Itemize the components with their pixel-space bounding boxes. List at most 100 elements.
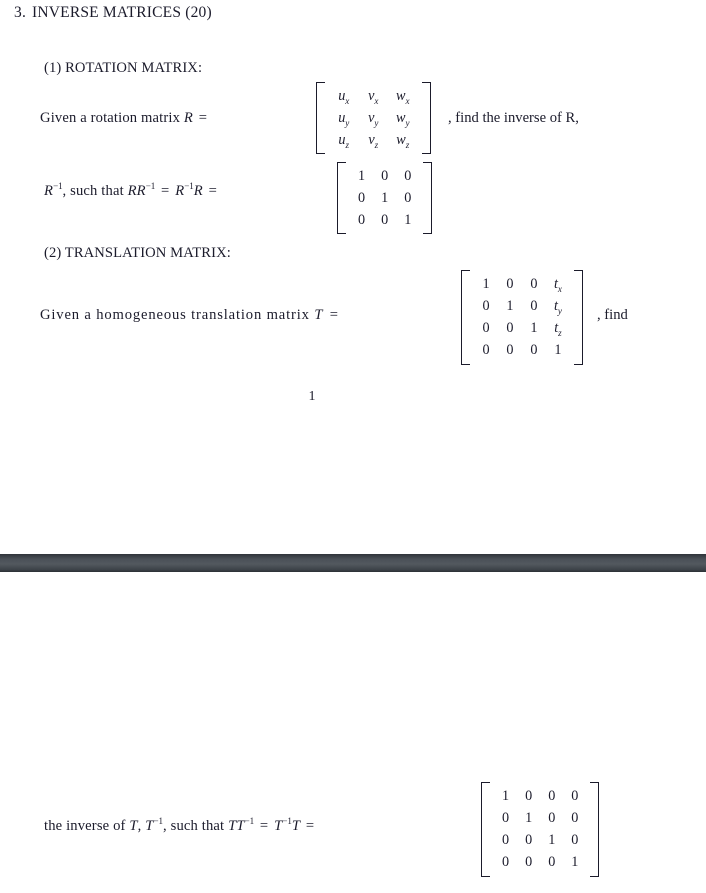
- matrix-cell: tx: [553, 276, 562, 294]
- bracket-left: [316, 82, 325, 155]
- rotation-inverse-symbol: R−1: [44, 181, 63, 199]
- matrix-cell: 0: [525, 832, 533, 849]
- translation-inverse-symbol: T−1: [145, 816, 163, 834]
- matrix-cell: 0: [548, 810, 556, 827]
- matrix-identity-4x4-grid: 1 0 0 0 0 1 0 0 0 0 1 0 0 0 0 1: [490, 782, 590, 877]
- matrix-cell: uy: [338, 110, 350, 128]
- rotation-equals: =: [198, 110, 208, 126]
- page-number: 1: [308, 389, 316, 404]
- matrix-cell: wy: [396, 110, 410, 128]
- translation-identity-line: the inverse of T, T−1, such that TT−1 = …: [44, 816, 316, 835]
- translation-symbol-T-ref: T: [129, 818, 138, 834]
- equals-sign: =: [208, 183, 218, 199]
- bracket-left: [337, 162, 346, 235]
- bracket-left: [481, 782, 490, 877]
- section-heading-translation: (2) TRANSLATION MATRIX:: [44, 245, 231, 261]
- matrix-cell: 0: [548, 854, 556, 871]
- section-heading-rotation: (1) ROTATION MATRIX:: [44, 60, 203, 76]
- translation-prompt-before: Given a homogeneous translation matrix: [40, 307, 310, 323]
- matrix-cell: 0: [530, 298, 538, 315]
- comma: ,: [162, 818, 167, 834]
- matrix-cell: 1: [554, 342, 562, 359]
- matrix-cell: 0: [404, 190, 412, 207]
- matrix-cell: uz: [338, 132, 350, 151]
- matrix-cell: 0: [571, 810, 579, 827]
- matrix-cell: 1: [502, 788, 510, 804]
- translation-equals: =: [329, 307, 339, 323]
- bracket-right: [590, 782, 600, 877]
- page-separator-bar: [0, 554, 706, 572]
- problem-title-text: INVERSE MATRICES (20): [32, 4, 212, 21]
- matrix-cell: 0: [502, 832, 510, 849]
- matrix-cell: 0: [506, 320, 514, 337]
- page-title: 3. INVERSE MATRICES (20): [14, 4, 212, 22]
- translation-continuation-prefix: the inverse of: [44, 818, 126, 834]
- equals-sign: =: [305, 818, 315, 834]
- bracket-right: [421, 82, 431, 155]
- matrix-cell: 0: [381, 212, 389, 229]
- equals-sign: =: [161, 183, 170, 199]
- translation-prompt-after: , find: [597, 307, 628, 323]
- matrix-cell: 0: [506, 342, 514, 359]
- matrix-cell: wz: [396, 132, 410, 151]
- matrix-cell: 0: [358, 212, 366, 229]
- matrix-identity-3x3-grid: 1 0 0 0 1 0 0 0 1: [346, 162, 423, 234]
- translation-product-2: T−1T: [274, 816, 301, 834]
- rotation-symbol-R: R: [183, 110, 193, 126]
- matrix-cell: tz: [554, 320, 562, 339]
- translation-product-1: TT−1: [228, 816, 255, 834]
- matrix-cell: 0: [571, 832, 579, 849]
- matrix-cell: 0: [482, 342, 490, 359]
- problem-number: 3.: [14, 4, 27, 21]
- matrix-cell: 1: [482, 276, 490, 292]
- translation-such-that: such that: [170, 818, 225, 834]
- matrix-cell: 0: [571, 788, 579, 804]
- comma: ,: [137, 818, 142, 834]
- rotation-identity-line: R−1, such that RR−1 = R−1R =: [44, 181, 219, 200]
- matrix-cell: 1: [530, 320, 538, 337]
- matrix-cell: 0: [482, 320, 490, 337]
- matrix-cell: 0: [548, 788, 556, 804]
- matrix-cell: 1: [358, 168, 366, 184]
- matrix-cell: 1: [525, 810, 533, 827]
- matrix-cell: 0: [530, 342, 538, 359]
- rotation-product-2: R−1R: [175, 181, 203, 199]
- matrix-translation-T-grid: 1 0 0 tx 0 1 0 ty 0 0 1 tz 0 0 0 1: [470, 270, 574, 365]
- matrix-cell: 0: [502, 810, 510, 827]
- matrix-cell: ty: [553, 298, 562, 316]
- matrix-cell: 1: [404, 212, 412, 229]
- translation-symbol-T: T: [314, 307, 324, 323]
- matrix-rotation-R-grid: ux vx wx uy vy wy uz vz wz: [325, 82, 422, 154]
- translation-prompt-line: Given a homogeneous translation matrix T…: [40, 307, 341, 324]
- matrix-cell: 0: [530, 276, 538, 292]
- rotation-prompt-before: Given a rotation matrix: [40, 110, 181, 126]
- matrix-cell: 1: [381, 190, 389, 207]
- bracket-left: [461, 270, 470, 365]
- matrix-cell: vz: [368, 132, 379, 151]
- matrix-identity-3x3: 1 0 0 0 1 0 0 0 1: [337, 162, 433, 235]
- matrix-cell: ux: [338, 88, 350, 106]
- matrix-cell: wx: [396, 88, 410, 106]
- matrix-cell: 0: [506, 276, 514, 292]
- matrix-cell: vy: [368, 110, 379, 128]
- matrix-cell: 0: [381, 168, 389, 184]
- bracket-right: [423, 162, 433, 235]
- rotation-product-1: RR−1: [127, 181, 156, 199]
- matrix-cell: 1: [506, 298, 514, 315]
- matrix-cell: 0: [525, 854, 533, 871]
- rotation-prompt-after: , find the inverse of R,: [448, 110, 579, 126]
- rotation-prompt-line: Given a rotation matrix R =: [40, 110, 209, 127]
- matrix-translation-T: 1 0 0 tx 0 1 0 ty 0 0 1 tz 0 0 0 1: [461, 270, 583, 365]
- matrix-identity-4x4: 1 0 0 0 0 1 0 0 0 0 1 0 0 0 0 1: [481, 782, 600, 877]
- matrix-cell: vx: [368, 88, 379, 106]
- matrix-cell: 1: [571, 854, 579, 871]
- comma: ,: [62, 183, 67, 199]
- matrix-rotation-R: ux vx wx uy vy wy uz vz wz: [316, 82, 431, 155]
- equals-sign: =: [259, 818, 269, 834]
- matrix-cell: 0: [404, 168, 412, 184]
- matrix-cell: 0: [502, 854, 510, 871]
- matrix-cell: 0: [482, 298, 490, 315]
- matrix-cell: 0: [525, 788, 533, 804]
- matrix-cell: 0: [358, 190, 366, 207]
- bracket-right: [573, 270, 583, 365]
